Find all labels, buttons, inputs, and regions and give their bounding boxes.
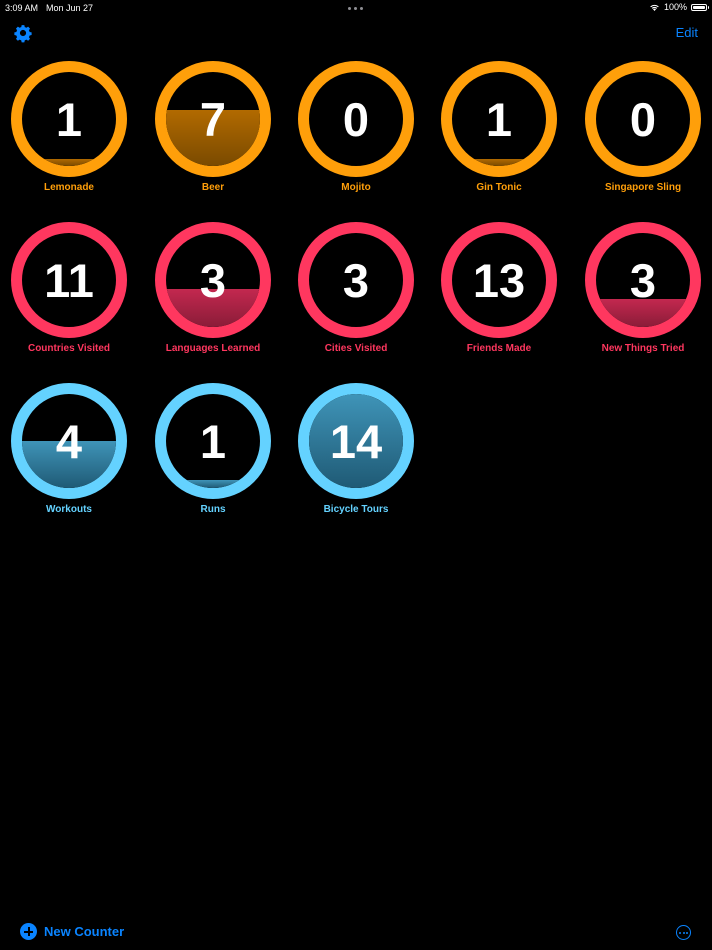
counter-label: Gin Tonic <box>476 182 522 193</box>
counter-item[interactable]: 1 Runs <box>154 383 272 523</box>
counter-item[interactable]: 13 Friends Made <box>440 222 558 362</box>
new-counter-button[interactable]: New Counter <box>20 923 124 940</box>
counter-item[interactable]: 3 Languages Learned <box>154 222 272 362</box>
counter-ring[interactable]: 3 <box>155 222 271 338</box>
counter-value: 1 <box>55 92 83 146</box>
plus-circle-icon <box>20 923 37 940</box>
counter-label: New Things Tried <box>601 343 685 354</box>
counter-value: 3 <box>342 253 370 307</box>
counter-value: 13 <box>472 253 526 307</box>
counter-value: 3 <box>629 253 657 307</box>
edit-button[interactable]: Edit <box>676 25 698 40</box>
counter-label: Countries Visited <box>27 343 111 354</box>
counter-item[interactable]: 7 Beer <box>154 61 272 201</box>
counter-value: 4 <box>55 414 83 468</box>
status-bar: 3:09 AM Mon Jun 27 100% <box>0 0 712 16</box>
counter-value: 11 <box>44 253 94 307</box>
counter-ring[interactable]: 3 <box>585 222 701 338</box>
counter-ring[interactable]: 7 <box>155 61 271 177</box>
counter-item[interactable]: 3 New Things Tried <box>584 222 702 362</box>
counter-value: 3 <box>199 253 227 307</box>
wifi-icon <box>650 4 659 11</box>
counter-ring[interactable]: 11 <box>11 222 127 338</box>
counter-label: Runs <box>200 504 226 515</box>
counter-ring[interactable]: 13 <box>441 222 557 338</box>
counter-item[interactable]: 1 Lemonade <box>10 61 128 201</box>
status-date: Mon Jun 27 <box>46 3 94 13</box>
counter-item[interactable]: 1 Gin Tonic <box>440 61 558 201</box>
new-counter-label: New Counter <box>44 924 125 939</box>
counter-label: Bicycle Tours <box>323 504 389 515</box>
counter-label: Languages Learned <box>165 343 261 354</box>
screen: 3:09 AM Mon Jun 27 100% Edit 1 Lemonade 7 B… <box>0 0 712 950</box>
counter-item[interactable]: 0 Singapore Sling <box>584 61 702 201</box>
counter-ring[interactable]: 1 <box>11 61 127 177</box>
counter-item[interactable]: 14 Bicycle Tours <box>297 383 415 523</box>
counter-label: Mojito <box>341 182 371 193</box>
counter-label: Friends Made <box>466 343 532 354</box>
counter-item[interactable]: 0 Mojito <box>297 61 415 201</box>
status-time: 3:09 AM <box>5 3 39 13</box>
counter-ring[interactable]: 0 <box>585 61 701 177</box>
counter-value: 14 <box>329 414 383 468</box>
gear-icon[interactable] <box>13 23 33 43</box>
counter-label: Lemonade <box>43 182 94 193</box>
battery-icon <box>691 3 709 11</box>
battery-percent: 100% <box>663 2 687 12</box>
counter-value: 7 <box>199 92 227 146</box>
counter-value: 0 <box>342 92 370 146</box>
counter-item[interactable]: 3 Cities Visited <box>297 222 415 362</box>
counter-item[interactable]: 11 Countries Visited <box>10 222 128 362</box>
status-right: 100% <box>649 2 709 12</box>
counter-label: Cities Visited <box>324 343 388 354</box>
multitasking-handle[interactable] <box>348 7 363 10</box>
counter-value: 0 <box>629 92 657 146</box>
counter-ring[interactable]: 4 <box>11 383 127 499</box>
counter-label: Workouts <box>46 504 92 515</box>
counter-ring[interactable]: 14 <box>298 383 414 499</box>
ellipsis-circle-icon[interactable] <box>676 925 691 940</box>
counter-ring[interactable]: 1 <box>441 61 557 177</box>
counter-label: Beer <box>201 182 225 193</box>
counter-ring[interactable]: 3 <box>298 222 414 338</box>
counter-item[interactable]: 4 Workouts <box>10 383 128 523</box>
counter-value: 1 <box>199 414 227 468</box>
counter-value: 1 <box>485 92 513 146</box>
counter-ring[interactable]: 0 <box>298 61 414 177</box>
counter-label: Singapore Sling <box>604 182 682 193</box>
counter-ring[interactable]: 1 <box>155 383 271 499</box>
